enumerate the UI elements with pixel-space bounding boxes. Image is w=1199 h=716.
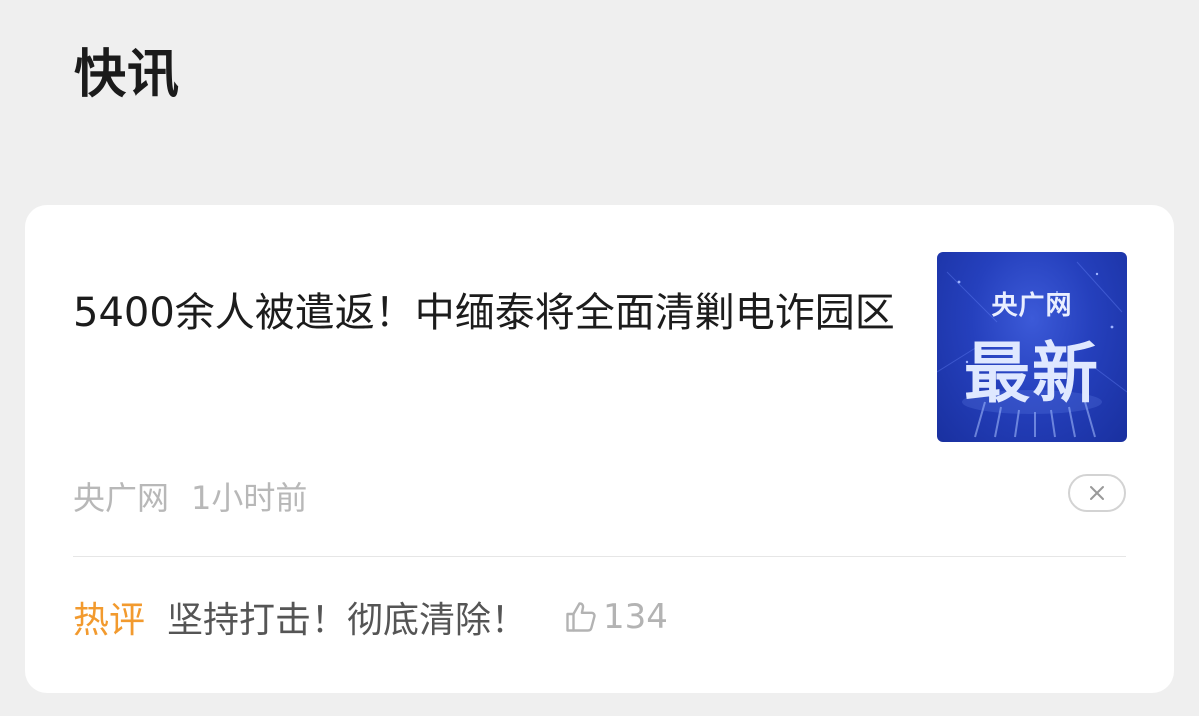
news-headline[interactable]: 5400余人被遣返！中缅泰将全面清剿电诈园区 [73, 285, 913, 341]
news-meta: 央广网 1小时前 [73, 473, 307, 519]
hot-comment[interactable]: 热评 坚持打击！彻底清除！ 134 [73, 595, 668, 641]
card-divider [73, 556, 1126, 557]
close-icon [1090, 486, 1104, 500]
thumbs-up-icon [566, 602, 596, 632]
section-title: 快讯 [74, 45, 181, 105]
thumbnail-brand: 央广网 [991, 291, 1073, 321]
like-button[interactable]: 134 [563, 597, 668, 637]
news-thumbnail[interactable]: 央广网 最新 [937, 252, 1127, 442]
news-source: 央广网 [73, 479, 170, 517]
dismiss-button[interactable] [1068, 474, 1126, 512]
hot-comment-text[interactable]: 坚持打击！彻底清除！ [167, 591, 527, 643]
news-time: 1小时前 [191, 479, 308, 517]
like-count: 134 [603, 597, 668, 637]
thumbnail-word: 最新 [964, 335, 1100, 412]
hot-comment-label: 热评 [73, 600, 146, 641]
news-card[interactable]: 5400余人被遣返！中缅泰将全面清剿电诈园区 央广网 最新 央广网 1小时前 热… [25, 205, 1174, 693]
